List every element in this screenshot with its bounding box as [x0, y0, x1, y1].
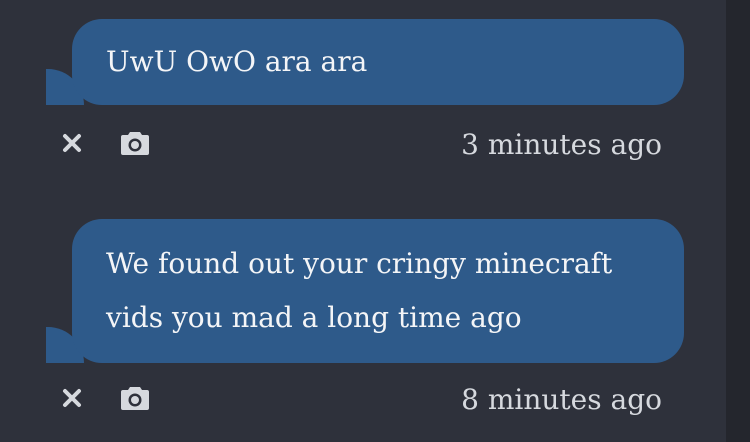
message-actions: 8 minutes ago: [0, 378, 726, 422]
camera-icon: [118, 385, 152, 415]
message-timestamp: 3 minutes ago: [461, 128, 662, 161]
message-text: We found out your cringy minecraft vids …: [72, 219, 684, 363]
close-icon: [61, 132, 83, 158]
camera-icon: [118, 130, 152, 160]
message-item: UwU OwO ara ara 3 minutes ago: [0, 0, 726, 200]
message-text: UwU OwO ara ara: [72, 19, 684, 105]
message-bubble: UwU OwO ara ara: [46, 19, 684, 105]
message-timestamp: 8 minutes ago: [461, 383, 662, 416]
screenshot-message-button[interactable]: [117, 123, 153, 167]
message-item: We found out your cringy minecraft vids …: [0, 200, 726, 442]
message-actions: 3 minutes ago: [0, 123, 726, 167]
delete-message-button[interactable]: [54, 123, 90, 167]
close-icon: [61, 387, 83, 413]
delete-message-button[interactable]: [54, 378, 90, 422]
conversation-panel: UwU OwO ara ara 3 minutes ago We found o…: [0, 0, 726, 442]
message-bubble: We found out your cringy minecraft vids …: [46, 219, 684, 363]
screenshot-message-button[interactable]: [117, 378, 153, 422]
